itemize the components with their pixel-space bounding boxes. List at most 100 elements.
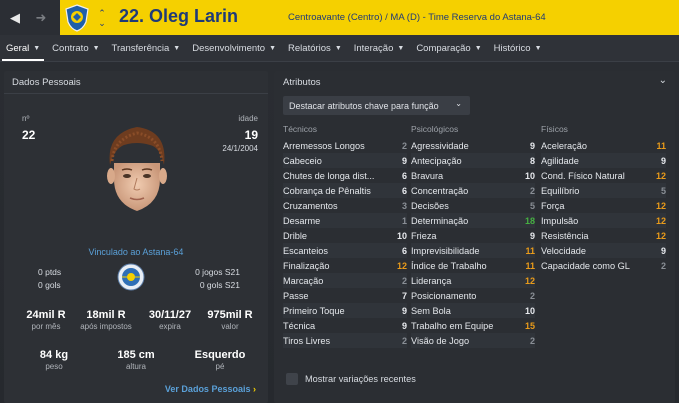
attribute-row[interactable]: Índice de Trabalho 11: [411, 258, 535, 273]
attribute-row[interactable]: Capacidade como GL 2: [541, 258, 666, 273]
club-crest-icon[interactable]: [64, 4, 90, 32]
attribute-row[interactable]: Primeiro Toque 9: [283, 303, 407, 318]
club-contract-link[interactable]: Vinculado ao Astana-64: [4, 247, 268, 257]
attribute-value: 5: [660, 185, 666, 196]
attribute-name: Finalização: [283, 260, 330, 271]
column-heading: Técnicos: [283, 124, 318, 134]
wage-label: por mês: [31, 322, 61, 331]
attribute-row[interactable]: Visão de Jogo 2: [411, 333, 535, 348]
club-badge-icon[interactable]: [117, 263, 145, 291]
attribute-name: Sem Bola: [411, 305, 451, 316]
attribute-name: Técnica: [283, 320, 316, 331]
attribute-name: Drible: [283, 230, 307, 241]
tab-transferencia[interactable]: Transferência ▼: [106, 35, 187, 61]
attribute-row[interactable]: Frieza 9: [411, 228, 535, 243]
attribute-row[interactable]: Cobrança de Pênaltis 6: [283, 183, 407, 198]
chevron-up-icon[interactable]: ⌃: [98, 8, 106, 18]
value-amount: 975mil R: [207, 309, 253, 321]
checkbox[interactable]: [286, 373, 298, 385]
chevron-right-icon: ›: [253, 384, 256, 394]
chevron-down-icon: ▼: [269, 44, 277, 52]
attribute-row[interactable]: Cond. Físico Natural 12: [541, 168, 666, 183]
attribute-row[interactable]: Resistência 12: [541, 228, 666, 243]
attribute-row[interactable]: Decisões 5: [411, 198, 535, 213]
goals-stat: 0 gols: [38, 280, 61, 290]
attribute-row[interactable]: Impulsão 12: [541, 213, 666, 228]
attribute-name: Posicionamento: [411, 290, 477, 301]
attribute-row[interactable]: Passe 7: [283, 288, 407, 303]
wage-per-month: 24mil R por mês: [14, 309, 78, 331]
attribute-row[interactable]: Concentração 2: [411, 183, 535, 198]
attribute-row[interactable]: Força 12: [541, 198, 666, 213]
attribute-value: 6: [401, 170, 407, 181]
tab-geral[interactable]: Geral ▼: [0, 35, 46, 61]
show-recent-changes[interactable]: Mostrar variações recentes: [286, 373, 416, 385]
points-stat: 0 ptds: [38, 267, 62, 277]
attribute-row[interactable]: Liderança 12: [411, 273, 535, 288]
attribute-value: 2: [660, 260, 666, 271]
attribute-name: Bravura: [411, 170, 444, 181]
height-label: altura: [125, 362, 146, 371]
tab-label: Comparação: [416, 42, 471, 54]
attribute-row[interactable]: Equilíbrio 5: [541, 183, 666, 198]
dropdown-label: Destacar atributos chave para função: [289, 100, 439, 111]
chevron-down-icon: ▼: [33, 44, 41, 52]
attribute-row[interactable]: Cabeceio 9: [283, 153, 407, 168]
attribute-row[interactable]: Sem Bola 10: [411, 303, 535, 318]
attribute-row[interactable]: Bravura 10: [411, 168, 535, 183]
wage-after-tax: 18mil R após impostos: [74, 309, 138, 331]
attribute-row[interactable]: Agilidade 9: [541, 153, 666, 168]
attribute-row[interactable]: Marcação 2: [283, 273, 407, 288]
date-of-birth: 24/1/2004: [222, 144, 258, 153]
checkbox-label: Mostrar variações recentes: [305, 374, 416, 384]
attribute-row[interactable]: Técnica 9: [283, 318, 407, 333]
attribute-row[interactable]: Tiros Livres 2: [283, 333, 407, 348]
attribute-value: 9: [401, 305, 407, 316]
attribute-value: 12: [655, 200, 666, 211]
player-weight: 84 kg peso: [22, 349, 86, 371]
attribute-value: 2: [401, 335, 407, 346]
tab-interacao[interactable]: Interação ▼: [348, 35, 411, 61]
tab-historico[interactable]: Histórico ▼: [488, 35, 548, 61]
arrow-right-icon: ➜: [35, 9, 47, 25]
highlight-attributes-dropdown[interactable]: Destacar atributos chave para função ⌄: [283, 96, 470, 115]
attribute-row[interactable]: Arremessos Longos 2: [283, 138, 407, 153]
attribute-row[interactable]: Finalização 12: [283, 258, 407, 273]
attribute-row[interactable]: Posicionamento 2: [411, 288, 535, 303]
player-age: idade 19 24/1/2004: [222, 113, 258, 153]
attribute-row[interactable]: Velocidade 9: [541, 243, 666, 258]
attribute-row[interactable]: Agressividade 9: [411, 138, 535, 153]
back-button[interactable]: ◀: [5, 8, 25, 28]
attribute-row[interactable]: Drible 10: [283, 228, 407, 243]
attribute-value: 12: [655, 230, 666, 241]
preferred-foot: Esquerdo pé: [188, 349, 252, 371]
attribute-row[interactable]: Determinação 18: [411, 213, 535, 228]
tab-comparacao[interactable]: Comparação ▼: [410, 35, 487, 61]
attribute-name: Velocidade: [541, 245, 586, 256]
expiry-value: 30/11/27: [148, 309, 192, 321]
attribute-row[interactable]: Aceleração 11: [541, 138, 666, 153]
personal-data-panel: Dados Pessoais nº 22 idade 19 24/1/2004: [4, 71, 268, 403]
tab-relatorios[interactable]: Relatórios ▼: [282, 35, 348, 61]
attribute-name: Antecipação: [411, 155, 462, 166]
attribute-name: Cabeceio: [283, 155, 322, 166]
attribute-row[interactable]: Imprevisibilidade 11: [411, 243, 535, 258]
tab-label: Geral: [6, 42, 30, 54]
attribute-value: 6: [401, 245, 407, 256]
attribute-row[interactable]: Desarme 1: [283, 213, 407, 228]
attribute-row[interactable]: Escanteios 6: [283, 243, 407, 258]
tab-desenvolvimento[interactable]: Desenvolvimento ▼: [186, 35, 282, 61]
attribute-row[interactable]: Cruzamentos 3: [283, 198, 407, 213]
forward-button[interactable]: ➜: [31, 8, 51, 28]
shirt-number-label: nº: [22, 114, 30, 123]
chevron-down-icon[interactable]: ⌄: [98, 18, 106, 28]
player-switch-arrows[interactable]: ⌃ ⌄: [95, 2, 109, 33]
view-personal-data-link[interactable]: Ver Dados Pessoais ›: [165, 384, 256, 394]
attribute-row[interactable]: Chutes de longa dist... 6: [283, 168, 407, 183]
attribute-value: 9: [401, 320, 407, 331]
attribute-row[interactable]: Trabalho em Equipe 15: [411, 318, 535, 333]
chevron-down-icon[interactable]: ⌄: [659, 75, 667, 86]
tab-contrato[interactable]: Contrato ▼: [46, 35, 105, 61]
attribute-value: 10: [524, 305, 535, 316]
attribute-row[interactable]: Antecipação 8: [411, 153, 535, 168]
